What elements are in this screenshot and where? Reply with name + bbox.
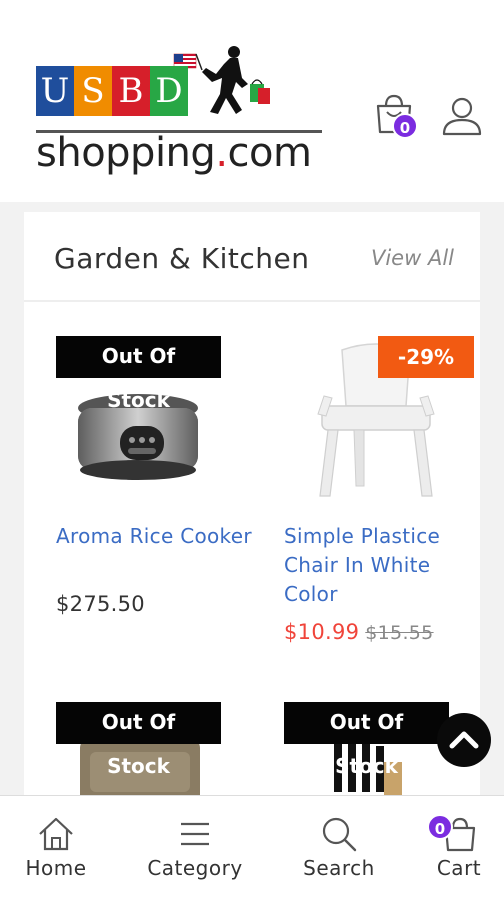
nav-label: Search xyxy=(303,856,375,880)
product-name[interactable]: Aroma Rice Cooker xyxy=(56,522,256,551)
product-price: $10.99 $15.55 xyxy=(284,620,434,644)
section-header: Garden & Kitchen View All xyxy=(24,212,480,302)
bottom-navigation: Home Category Search Cart 0 xyxy=(0,795,504,900)
nav-label: Cart xyxy=(436,856,482,880)
site-logo[interactable]: U S B D shopping.com xyxy=(36,44,326,184)
scroll-to-top-button[interactable] xyxy=(437,713,491,767)
logo-letter: D xyxy=(150,66,188,116)
nav-home[interactable]: Home xyxy=(10,796,102,900)
view-all-link[interactable]: View All xyxy=(371,246,454,270)
logo-letter: U xyxy=(36,66,74,116)
original-price: $15.55 xyxy=(365,622,434,644)
nav-cart[interactable]: Cart xyxy=(424,796,494,900)
logo-letter: S xyxy=(74,66,112,116)
out-of-stock-badge: Out Of Stock xyxy=(56,336,221,412)
home-icon xyxy=(39,817,73,851)
menu-icon xyxy=(181,822,209,846)
logo-letter: B xyxy=(112,66,150,116)
nav-label: Home xyxy=(25,856,87,880)
cart-count-badge: 0 xyxy=(392,113,418,139)
discount-badge: -29% xyxy=(378,336,474,378)
category-section: Garden & Kitchen View All Out Of Stock A… xyxy=(24,212,480,812)
sale-price: $10.99 xyxy=(284,620,360,644)
out-of-stock-badge: Out Of Stock xyxy=(284,702,449,778)
nav-search[interactable]: Search xyxy=(292,796,386,900)
app-header: U S B D shopping.com 0 xyxy=(0,0,504,202)
product-card[interactable]: Out Of Stock Aroma Rice Cooker $275.50 xyxy=(56,336,256,626)
product-card[interactable]: -29% Simple Plastice Chair In White Colo… xyxy=(284,336,484,656)
nav-label: Category xyxy=(147,856,243,880)
section-title: Garden & Kitchen xyxy=(54,242,310,275)
out-of-stock-badge: Out Of Stock xyxy=(56,702,221,778)
product-price: $275.50 xyxy=(56,592,145,616)
user-icon[interactable] xyxy=(440,94,484,138)
cart-count-badge: 0 xyxy=(427,814,453,840)
nav-category[interactable]: Category xyxy=(140,796,250,900)
product-name[interactable]: Simple Plastice Chair In White Color xyxy=(284,522,484,609)
search-icon xyxy=(322,817,357,852)
logo-wordmark: shopping.com xyxy=(36,130,312,176)
chevron-up-icon xyxy=(449,731,479,749)
